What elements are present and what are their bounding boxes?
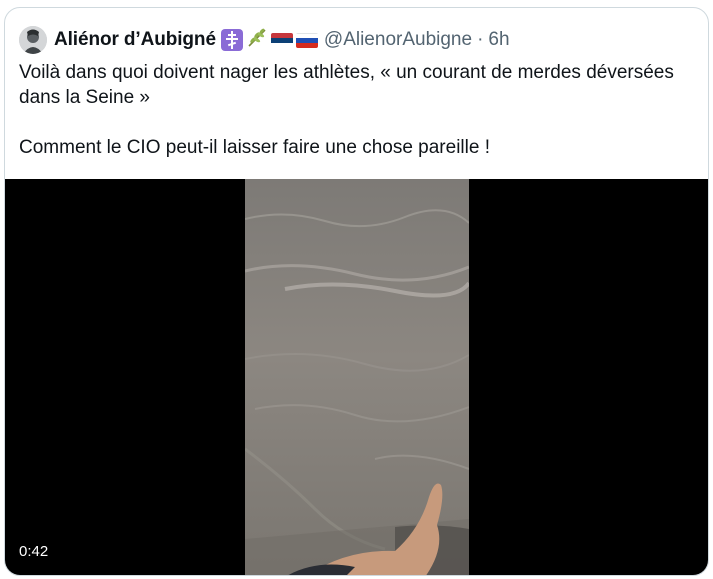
separator-dot: · <box>477 29 484 50</box>
timestamp[interactable]: 6h <box>488 29 509 51</box>
video-frame[interactable] <box>245 179 469 575</box>
tweet-header: Aliénor d’Aubigné @AlienorAubigne · 6h <box>19 26 510 54</box>
name-badges <box>220 27 318 54</box>
tweet-card[interactable]: Aliénor d’Aubigné @AlienorAubigne · 6h V… <box>4 7 709 576</box>
russia-flag-icon <box>295 32 318 48</box>
video-player[interactable]: 0:42 <box>5 179 708 575</box>
video-thumbnail <box>245 179 469 575</box>
tweet-paragraph: Comment le CIO peut-il laisser faire une… <box>19 137 490 158</box>
tweet-text: Voilà dans quoi doivent nager les athlèt… <box>19 60 699 160</box>
serbia-flag-icon <box>270 32 293 48</box>
avatar[interactable] <box>19 26 47 54</box>
author-handle[interactable]: @AlienorAubigne <box>324 29 472 51</box>
olive-branch-icon <box>246 27 268 54</box>
video-duration: 0:42 <box>19 543 49 560</box>
author-name[interactable]: Aliénor d’Aubigné <box>54 29 216 51</box>
orthodox-cross-icon <box>220 29 243 51</box>
tweet-paragraph: Voilà dans quoi doivent nager les athlèt… <box>19 62 674 108</box>
